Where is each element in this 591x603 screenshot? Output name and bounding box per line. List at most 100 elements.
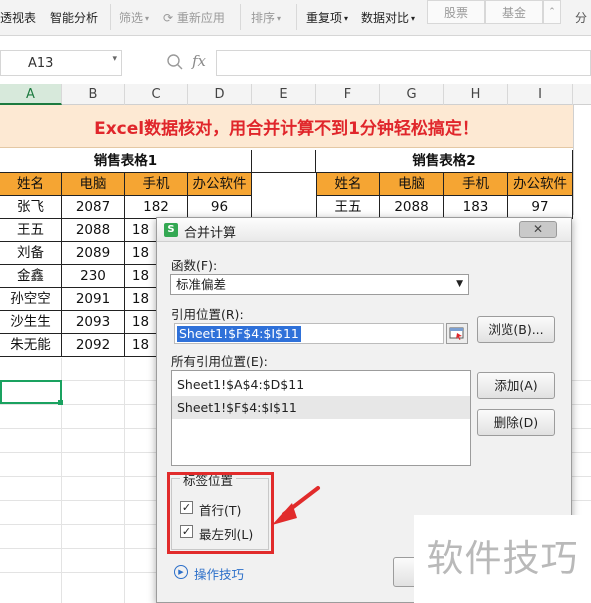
ribbon-divider (296, 4, 297, 30)
close-button[interactable]: ✕ (519, 221, 557, 238)
sheet-title[interactable]: Excel数据核对，用合并计算不到1分钟轻松搞定！ (0, 105, 573, 148)
browse-button[interactable]: 浏览(B)... (477, 316, 555, 343)
table2-header-phone[interactable]: 手机 (444, 173, 508, 196)
table-cell[interactable]: 朱无能 (0, 334, 62, 357)
function-value: 标准偏差 (176, 277, 227, 292)
column-headers: A B C D E F G H I (0, 84, 591, 105)
zoom-icon[interactable] (166, 53, 184, 71)
table1-header-office[interactable]: 办公软件 (188, 173, 252, 196)
table-cell[interactable]: 王五 (0, 219, 62, 242)
column-header-a[interactable]: A (0, 84, 62, 105)
reference-input[interactable]: Sheet1!$F$4:$I$11 (174, 323, 444, 344)
table1-header-pc[interactable]: 电脑 (62, 173, 125, 196)
ribbon-duplicates[interactable]: 重复项 ▾ (306, 9, 348, 26)
active-cell[interactable] (0, 380, 62, 404)
fill-handle[interactable] (58, 400, 63, 405)
list-item[interactable]: Sheet1!$F$4:$I$11 (172, 396, 470, 419)
reapply-icon: ⟳ (163, 11, 174, 25)
table2-header-pc[interactable]: 电脑 (380, 173, 444, 196)
ribbon-expand-icon[interactable]: ⌃ (543, 0, 561, 24)
play-icon: ▶ (174, 565, 188, 579)
table-cell[interactable]: 18 (125, 242, 156, 265)
table-cell[interactable]: 孙空空 (0, 288, 62, 311)
table-cell[interactable]: 18 (125, 311, 156, 334)
table-cell[interactable]: 2088 (62, 219, 125, 242)
table1-caption[interactable]: 销售表格1 (0, 150, 252, 173)
grid-line (573, 105, 574, 215)
ribbon-data-compare[interactable]: 数据对比 ▾ (361, 9, 415, 26)
name-box[interactable]: A13 ▾ (0, 50, 122, 76)
ribbon-filter[interactable]: 筛选 ▾ (119, 9, 149, 26)
column-header-c[interactable]: C (125, 84, 188, 105)
fx-icon[interactable]: fx (192, 52, 206, 70)
ribbon-split[interactable]: 分 (575, 9, 587, 26)
table-cell[interactable]: 2087 (62, 196, 125, 219)
formula-bar: A13 ▾ fx (0, 50, 591, 78)
grid-line (124, 358, 125, 603)
table-cell[interactable]: 2088 (380, 196, 444, 219)
table2-header-office[interactable]: 办公软件 (508, 173, 573, 196)
column-header-e[interactable]: E (252, 84, 316, 105)
function-select[interactable]: 标准偏差 ▼ (170, 274, 469, 295)
chevron-down-icon: ▾ (112, 54, 117, 64)
column-header-f[interactable]: F (316, 84, 380, 105)
ribbon-toolbar: 透视表 智能分析 筛选 ▾ ⟳ 重新应用 排序 ▾ 重复项 ▾ 数据对比 ▾ 股票 基金… (0, 0, 591, 36)
reference-value: Sheet1!$F$4:$I$11 (177, 326, 301, 342)
table-cell[interactable]: 2091 (62, 288, 125, 311)
ribbon-reapply[interactable]: ⟳ 重新应用 (163, 9, 225, 26)
ribbon-stocks[interactable]: 股票 (427, 0, 485, 24)
ribbon-smart-analysis[interactable]: 智能分析 (50, 9, 98, 26)
chevron-down-icon: ▾ (277, 14, 282, 23)
table-cell[interactable]: 2093 (62, 311, 125, 334)
table-cell[interactable]: 18 (125, 288, 156, 311)
ribbon-pivot-table[interactable]: 透视表 (0, 9, 36, 26)
range-picker-button[interactable] (446, 323, 468, 344)
table2-caption[interactable]: 销售表格2 (316, 150, 573, 173)
chevron-down-icon: ▾ (411, 14, 416, 23)
table-cell[interactable]: 96 (188, 196, 252, 219)
empty-cell[interactable] (252, 150, 316, 173)
ribbon-sort[interactable]: 排序 ▾ (251, 9, 281, 26)
table1-header-name[interactable]: 姓名 (0, 173, 62, 196)
dialog-title: 合并计算 (184, 226, 237, 241)
reference-label: 引用位置(R): (171, 307, 244, 322)
references-list[interactable]: Sheet1!$A$4:$D$11 Sheet1!$F$4:$I$11 (171, 370, 471, 466)
tips-link[interactable]: ▶ 操作技巧 (174, 564, 244, 583)
column-header-b[interactable]: B (62, 84, 125, 105)
table-cell[interactable]: 97 (508, 196, 573, 219)
table-cell[interactable]: 2092 (62, 334, 125, 357)
table-cell[interactable]: 18 (125, 265, 156, 288)
ribbon-funds[interactable]: 基金 (485, 0, 543, 24)
watermark: 软件技巧 (414, 515, 591, 603)
column-header-h[interactable]: H (444, 84, 508, 105)
dialog-title-bar[interactable]: S 合并计算 ✕ (157, 218, 571, 242)
chevron-down-icon: ▾ (344, 14, 349, 23)
delete-button[interactable]: 删除(D) (477, 409, 555, 436)
all-references-label: 所有引用位置(E): (171, 354, 268, 369)
formula-input[interactable] (216, 50, 591, 76)
app-logo-icon: S (164, 223, 178, 237)
table-cell[interactable]: 刘备 (0, 242, 62, 265)
add-button[interactable]: 添加(A) (477, 372, 555, 399)
ribbon-divider (110, 4, 111, 30)
table-cell[interactable]: 金鑫 (0, 265, 62, 288)
column-header-i[interactable]: I (508, 84, 573, 105)
range-select-icon (449, 327, 464, 340)
list-item[interactable]: Sheet1!$A$4:$D$11 (172, 373, 470, 396)
table-cell[interactable]: 18 (125, 219, 156, 242)
table-cell[interactable]: 王五 (316, 196, 380, 219)
table-cell[interactable]: 沙生生 (0, 311, 62, 334)
table-cell[interactable]: 182 (125, 196, 188, 219)
column-header-g[interactable]: G (380, 84, 444, 105)
ribbon-divider (240, 4, 241, 30)
table-cell[interactable]: 183 (444, 196, 508, 219)
table2-header-name[interactable]: 姓名 (316, 173, 380, 196)
tips-label[interactable]: 操作技巧 (194, 567, 244, 582)
column-header-d[interactable]: D (188, 84, 252, 105)
table-cell[interactable]: 2089 (62, 242, 125, 265)
table-cell[interactable]: 张飞 (0, 196, 62, 219)
table-cell[interactable]: 230 (62, 265, 125, 288)
table1-header-phone[interactable]: 手机 (125, 173, 188, 196)
chevron-down-icon: ▼ (456, 279, 463, 289)
table-cell[interactable]: 18 (125, 334, 156, 357)
